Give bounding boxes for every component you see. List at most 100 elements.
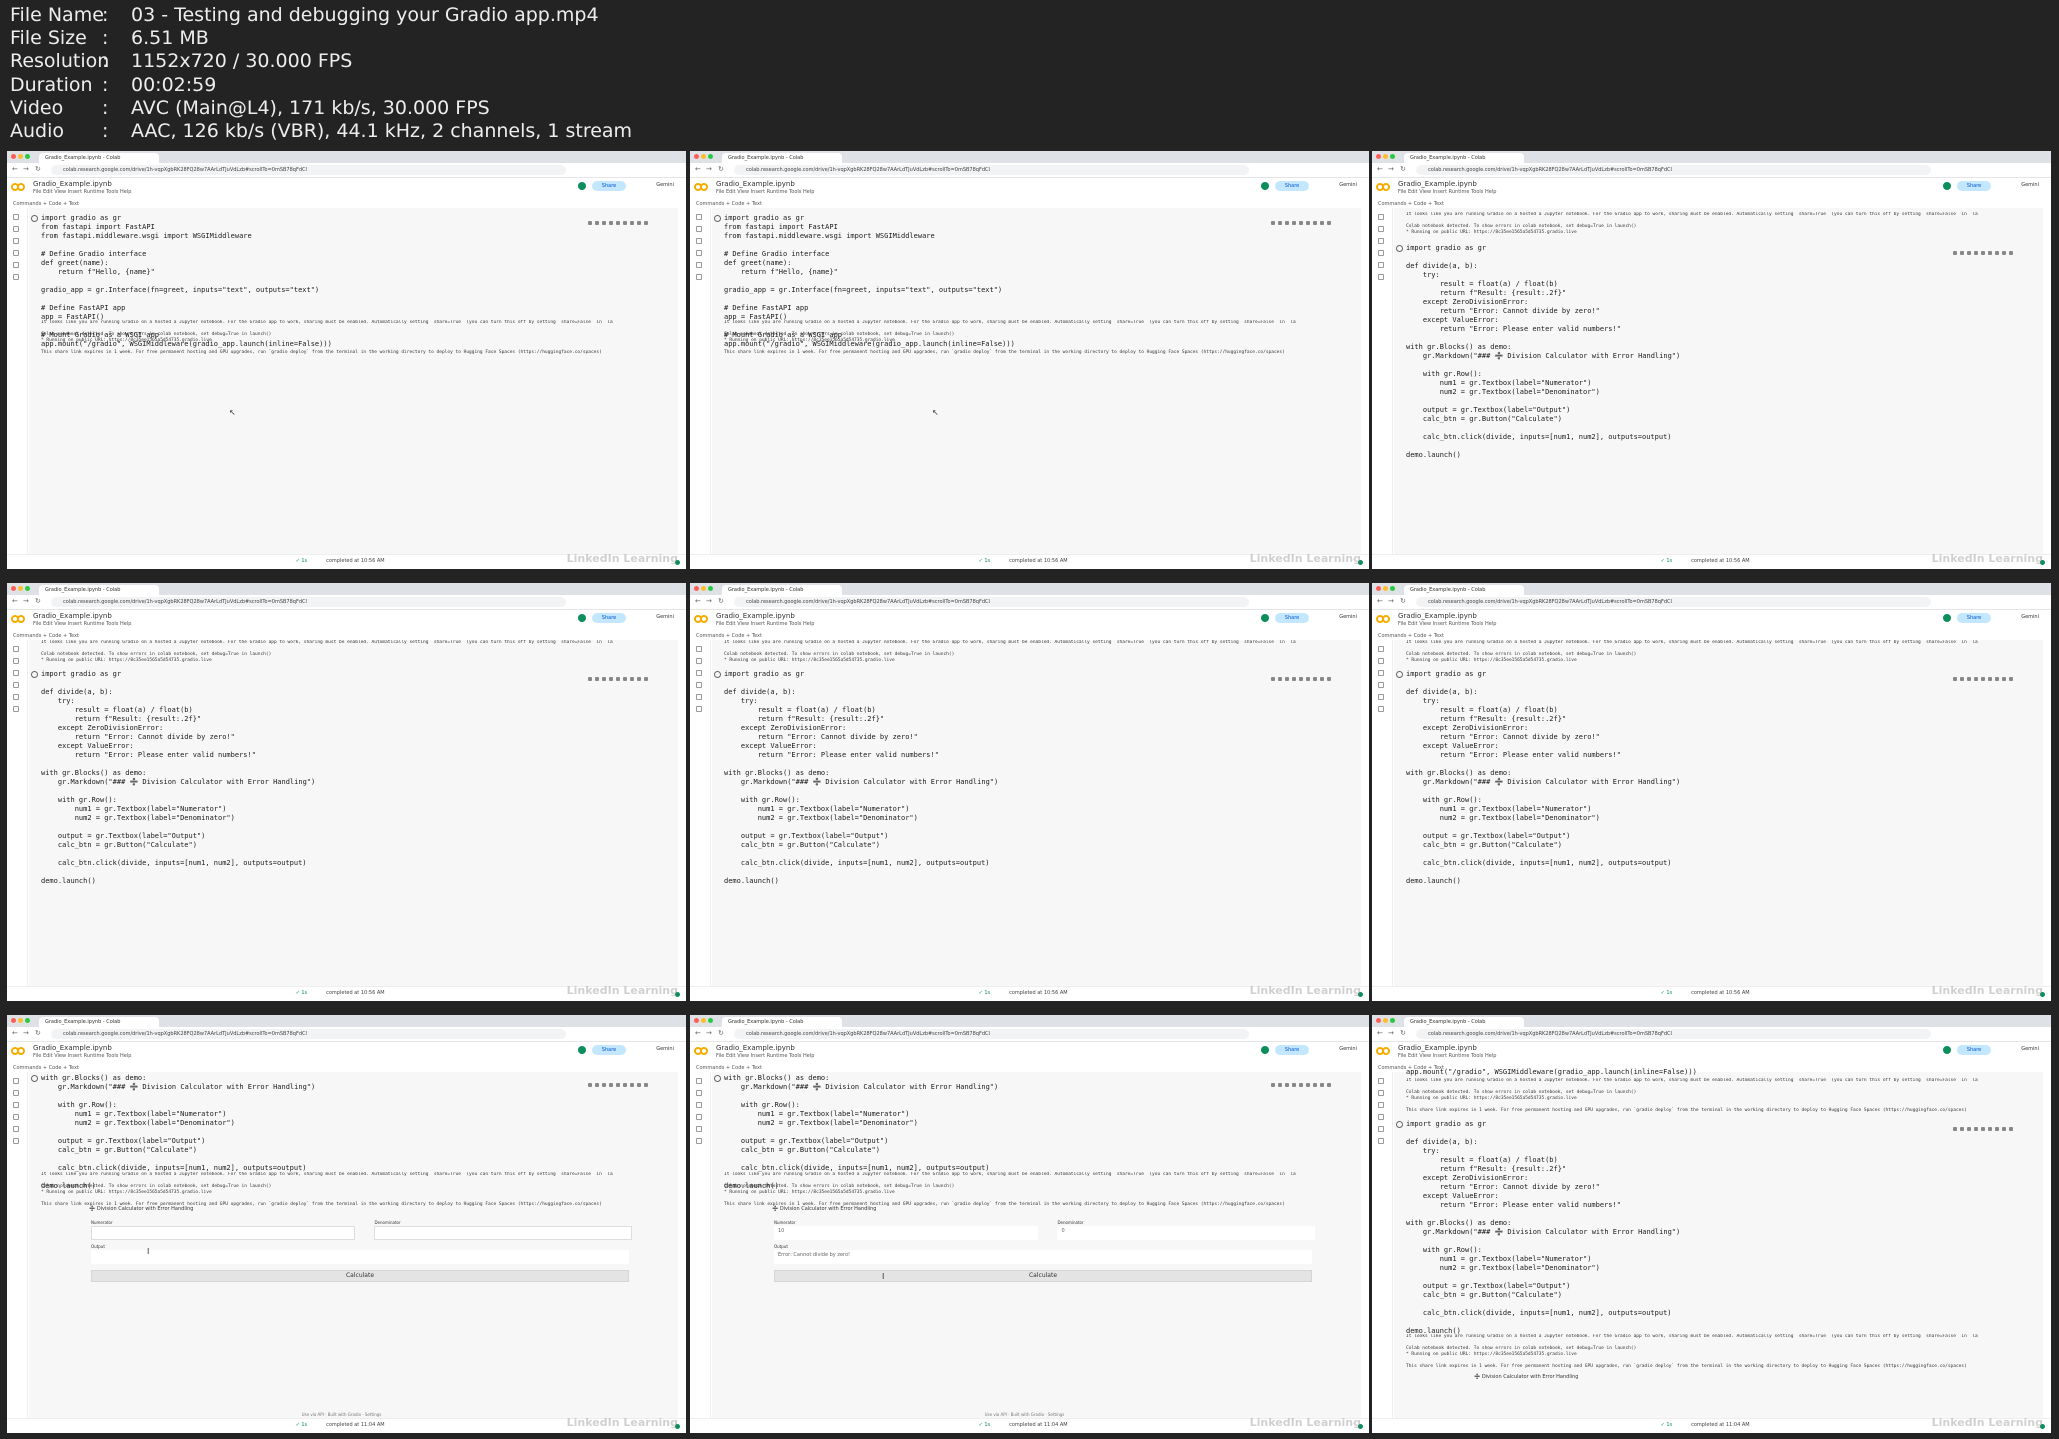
notebook-title[interactable]: Gradio_Example.ipynb (716, 612, 795, 620)
toc-icon[interactable] (696, 646, 702, 652)
url-field[interactable]: colab.research.google.com/drive/1h-vqpXg… (51, 1029, 566, 1039)
commands-toolbar[interactable]: Commands + Code + Text (7, 200, 686, 208)
share-button[interactable]: Share (1957, 1045, 1991, 1055)
avatar[interactable] (578, 614, 586, 622)
browser-tab[interactable]: Gradio_Example.ipynb - Colab (39, 585, 159, 595)
code-icon[interactable] (13, 670, 19, 676)
code-icon[interactable] (696, 1102, 702, 1108)
run-cell-button[interactable] (31, 1075, 38, 1082)
window-control-dot[interactable] (701, 586, 706, 591)
forward-arrow-icon[interactable]: → (706, 1030, 712, 1037)
reload-icon[interactable]: ↻ (1400, 598, 1406, 605)
forward-arrow-icon[interactable]: → (706, 598, 712, 605)
forward-arrow-icon[interactable]: → (23, 1030, 29, 1037)
key-icon[interactable] (696, 694, 702, 700)
avatar[interactable] (1261, 182, 1269, 190)
url-field[interactable]: colab.research.google.com/drive/1h-vqpXg… (1416, 1029, 1931, 1039)
gemini-button[interactable]: Gemini (2021, 1046, 2039, 1052)
run-cell-button[interactable] (1396, 671, 1403, 678)
key-icon[interactable] (13, 262, 19, 268)
code-icon[interactable] (1378, 1102, 1384, 1108)
window-control-dot[interactable] (25, 1018, 30, 1023)
window-control-dot[interactable] (701, 154, 706, 159)
avatar[interactable] (1261, 614, 1269, 622)
folder-icon[interactable] (696, 1138, 702, 1144)
search-icon[interactable] (1378, 658, 1384, 664)
code-icon[interactable] (13, 238, 19, 244)
variables-icon[interactable] (696, 250, 702, 256)
code-editor[interactable]: import gradio as gr def divide(a, b): tr… (724, 670, 1357, 886)
back-arrow-icon[interactable]: ← (1377, 166, 1383, 173)
menu-bar[interactable]: File Edit View Insert Runtime Tools Help (33, 1053, 131, 1059)
avatar[interactable] (1943, 1046, 1951, 1054)
menu-bar[interactable]: File Edit View Insert Runtime Tools Help (33, 621, 131, 627)
folder-icon[interactable] (1378, 1138, 1384, 1144)
folder-icon[interactable] (13, 706, 19, 712)
toc-icon[interactable] (13, 646, 19, 652)
window-control-dot[interactable] (11, 154, 16, 159)
share-button[interactable]: Share (592, 613, 626, 623)
browser-tab[interactable]: Gradio_Example.ipynb - Colab (39, 1017, 159, 1027)
back-arrow-icon[interactable]: ← (1377, 1030, 1383, 1037)
browser-tab[interactable]: Gradio_Example.ipynb - Colab (722, 153, 842, 163)
folder-icon[interactable] (13, 274, 19, 280)
forward-arrow-icon[interactable]: → (1388, 1030, 1394, 1037)
back-arrow-icon[interactable]: ← (695, 166, 701, 173)
menu-bar[interactable]: File Edit View Insert Runtime Tools Help (1398, 189, 1496, 195)
search-icon[interactable] (696, 1090, 702, 1096)
forward-arrow-icon[interactable]: → (706, 166, 712, 173)
folder-icon[interactable] (696, 274, 702, 280)
window-control-dot[interactable] (694, 1018, 699, 1023)
url-field[interactable]: colab.research.google.com/drive/1h-vqpXg… (1416, 597, 1931, 607)
code-editor[interactable]: import gradio as gr def divide(a, b): tr… (41, 670, 674, 886)
window-control-dot[interactable] (1390, 154, 1395, 159)
code-icon[interactable] (696, 670, 702, 676)
toc-icon[interactable] (696, 214, 702, 220)
commands-toolbar[interactable]: Commands + Code + Text (7, 1064, 686, 1072)
window-control-dot[interactable] (1376, 586, 1381, 591)
avatar[interactable] (578, 1046, 586, 1054)
search-icon[interactable] (13, 1090, 19, 1096)
menu-bar[interactable]: File Edit View Insert Runtime Tools Help (716, 621, 814, 627)
notebook-title[interactable]: Gradio_Example.ipynb (716, 1044, 795, 1052)
window-control-dot[interactable] (708, 1018, 713, 1023)
key-icon[interactable] (1378, 1126, 1384, 1132)
url-field[interactable]: colab.research.google.com/drive/1h-vqpXg… (1416, 165, 1931, 175)
share-button[interactable]: Share (1275, 613, 1309, 623)
window-control-dot[interactable] (1390, 586, 1395, 591)
menu-bar[interactable]: File Edit View Insert Runtime Tools Help (1398, 621, 1496, 627)
share-button[interactable]: Share (1957, 181, 1991, 191)
code-editor[interactable]: import gradio as gr def divide(a, b): tr… (1406, 244, 2039, 460)
url-field[interactable]: colab.research.google.com/drive/1h-vqpXg… (51, 165, 566, 175)
commands-toolbar[interactable]: Commands + Code + Text (690, 1064, 1369, 1072)
browser-tab[interactable]: Gradio_Example.ipynb - Colab (1404, 1017, 1524, 1027)
toc-icon[interactable] (1378, 214, 1384, 220)
output-field[interactable]: Error: Cannot divide by zero! (774, 1250, 1313, 1264)
code-editor[interactable]: import gradio as gr def divide(a, b): tr… (1406, 1120, 2039, 1336)
variables-icon[interactable] (1378, 250, 1384, 256)
variables-icon[interactable] (696, 682, 702, 688)
toc-icon[interactable] (13, 1078, 19, 1084)
avatar[interactable] (578, 182, 586, 190)
commands-toolbar[interactable]: Commands + Code + Text (1372, 200, 2051, 208)
commands-toolbar[interactable]: Commands + Code + Text (690, 632, 1369, 640)
code-icon[interactable] (1378, 670, 1384, 676)
gemini-button[interactable]: Gemini (1339, 1046, 1357, 1052)
window-control-dot[interactable] (708, 586, 713, 591)
variables-icon[interactable] (13, 682, 19, 688)
menu-bar[interactable]: File Edit View Insert Runtime Tools Help (1398, 1053, 1496, 1059)
notebook-title[interactable]: Gradio_Example.ipynb (33, 1044, 112, 1052)
window-control-dot[interactable] (694, 154, 699, 159)
code-icon[interactable] (696, 238, 702, 244)
window-control-dot[interactable] (11, 586, 16, 591)
gemini-button[interactable]: Gemini (656, 1046, 674, 1052)
window-control-dot[interactable] (1383, 1018, 1388, 1023)
window-control-dot[interactable] (694, 586, 699, 591)
gemini-button[interactable]: Gemini (656, 182, 674, 188)
notebook-title[interactable]: Gradio_Example.ipynb (1398, 1044, 1477, 1052)
numerator-field[interactable]: 10 (774, 1226, 1038, 1240)
run-cell-button[interactable] (31, 671, 38, 678)
window-control-dot[interactable] (1383, 154, 1388, 159)
folder-icon[interactable] (696, 706, 702, 712)
forward-arrow-icon[interactable]: → (23, 598, 29, 605)
